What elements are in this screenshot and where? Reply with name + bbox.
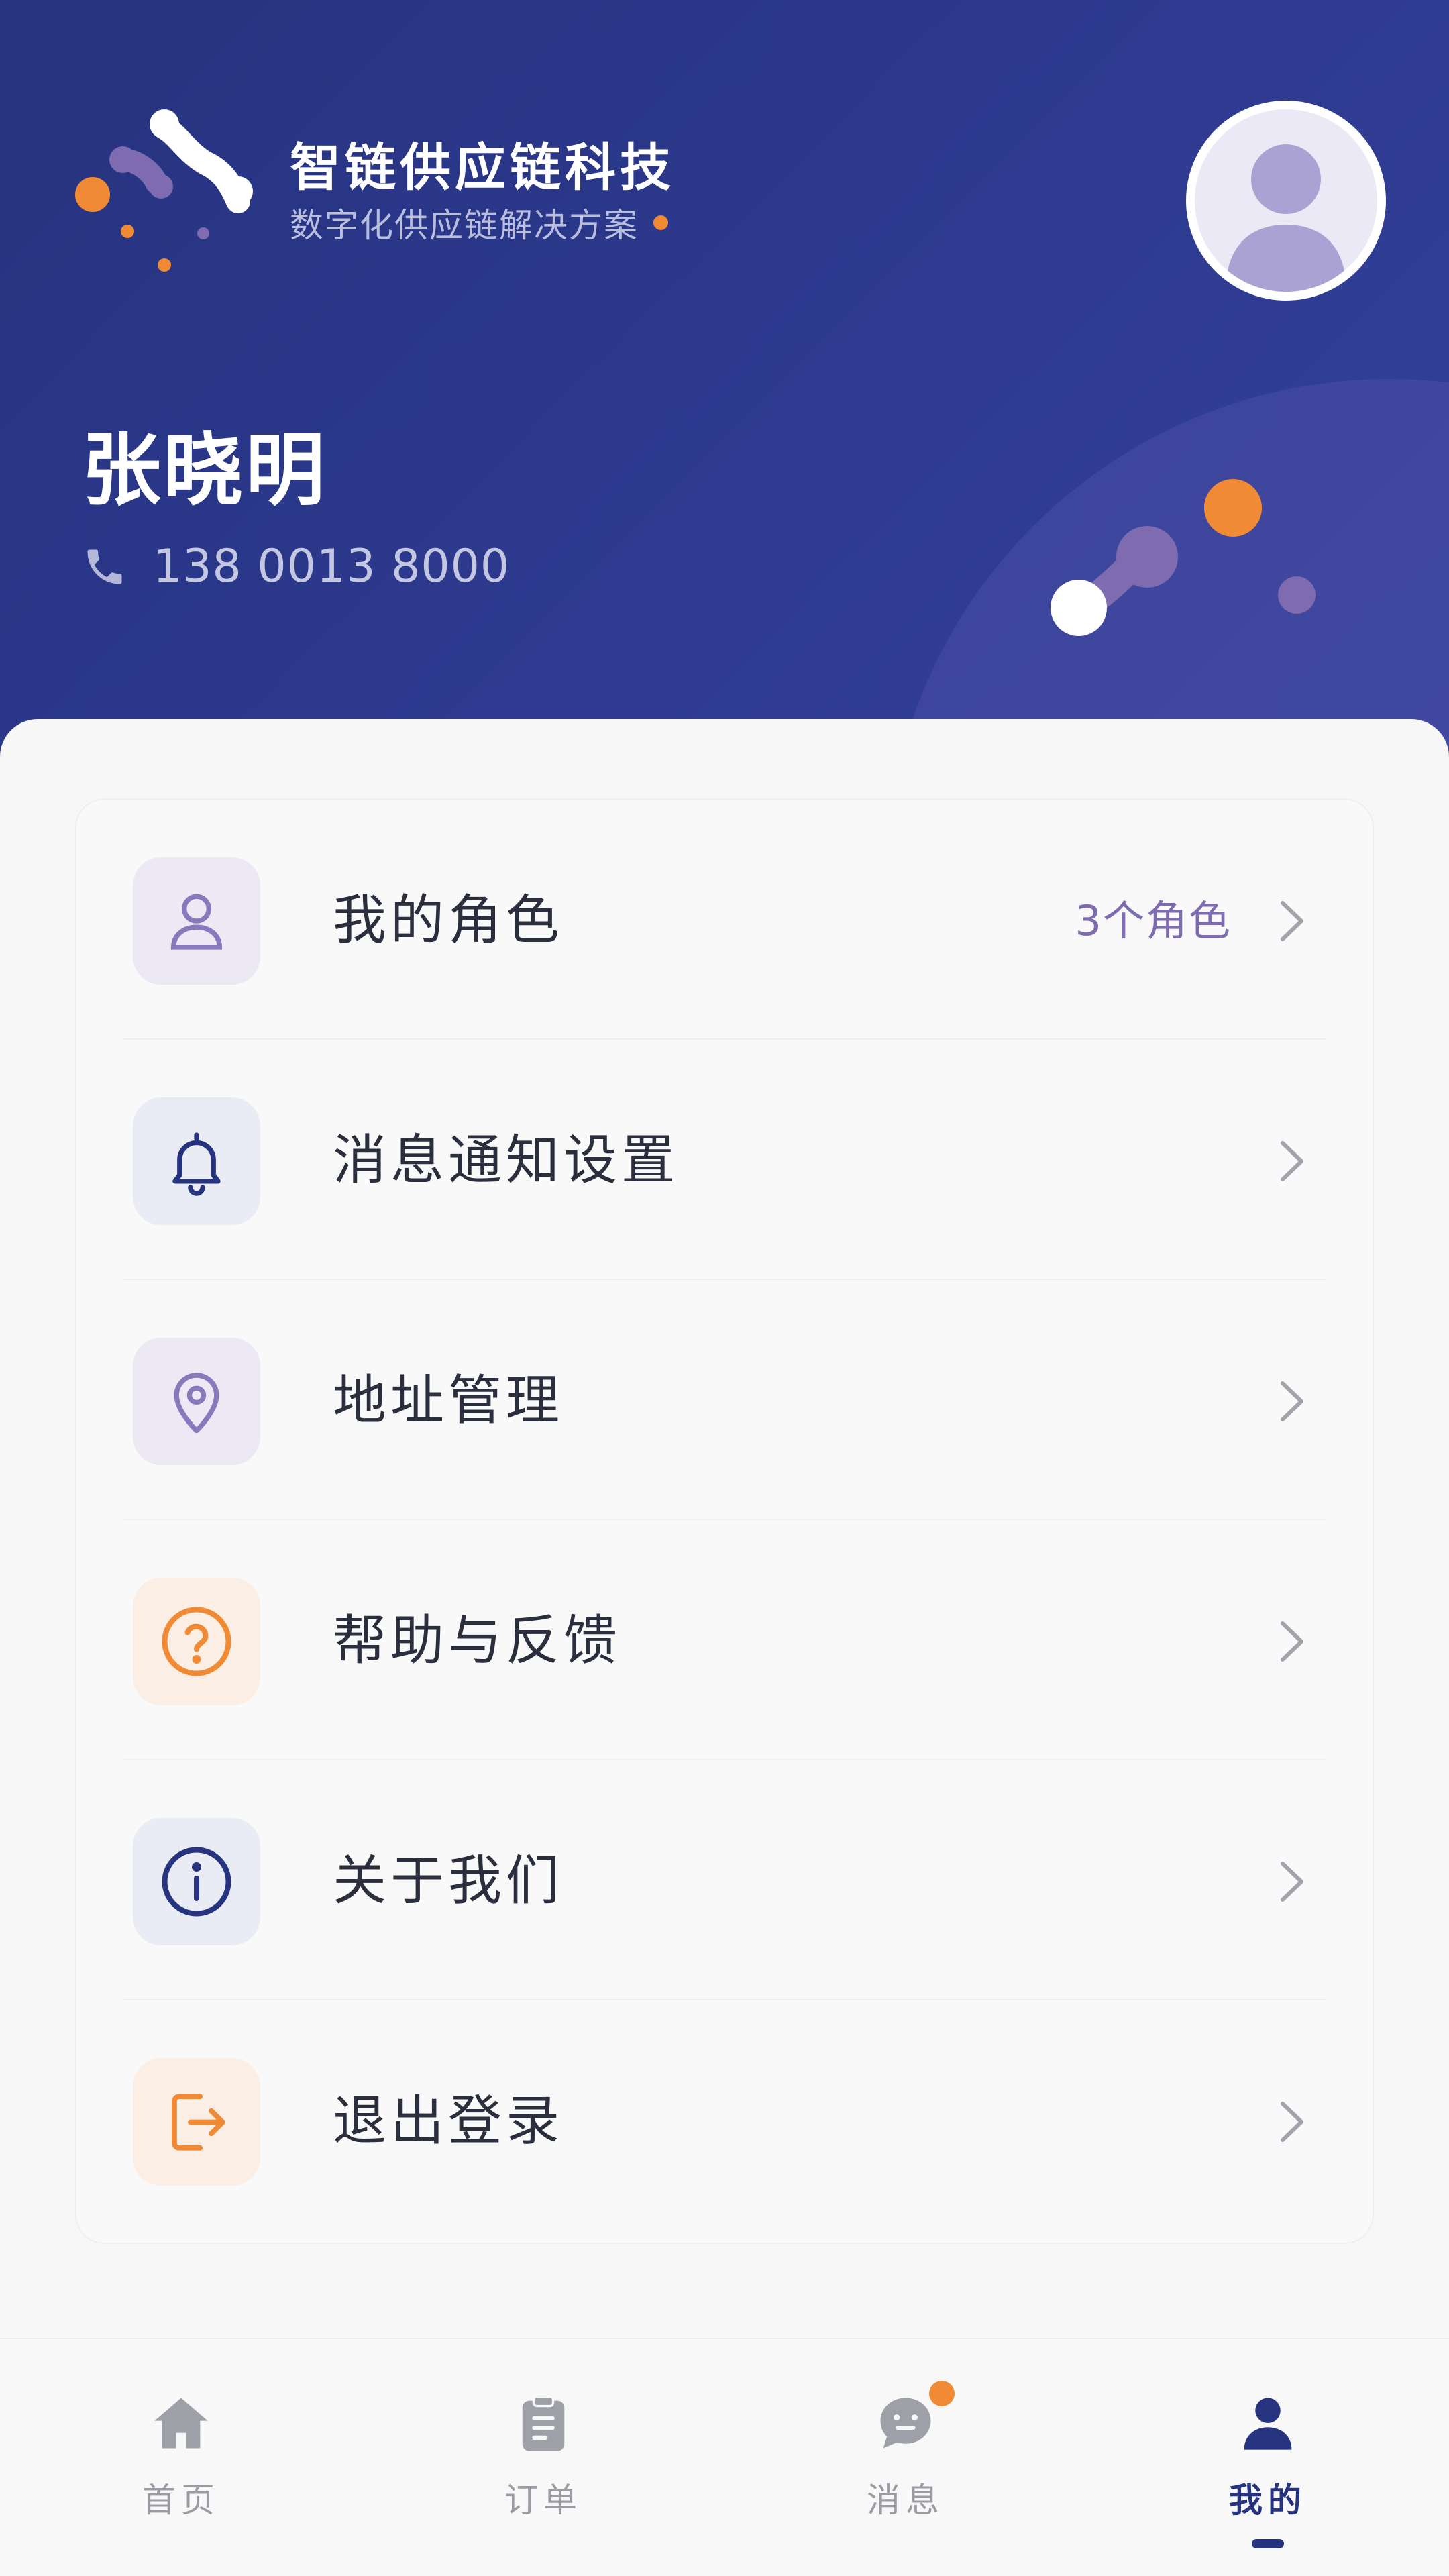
tab-label: 首页 [142,2481,220,2520]
tab-mine[interactable]: 我的 [1087,2339,1449,2576]
chevron-right-icon [1281,1862,1303,1902]
info-circle-icon [133,1818,260,1945]
menu-label: 退出登录 [333,2090,564,2152]
header-decoration-dots [1051,479,1316,636]
chevron-right-icon [1281,1141,1303,1181]
menu-item-my-roles[interactable]: 我的角色 3个角色 [76,800,1373,1040]
menu-item-address-management[interactable]: 地址管理 [76,1280,1373,1520]
chevron-right-icon [1281,2102,1303,2142]
bottom-tab-bar: 首页 订单 消息 我的 [0,2338,1449,2576]
chevron-right-icon [1281,901,1303,941]
menu-label: 我的角色 [333,889,564,951]
tab-label: 消息 [867,2481,945,2520]
tab-label: 订单 [504,2481,582,2520]
tab-label: 我的 [1229,2481,1307,2520]
phone-icon [87,549,122,584]
profile-header: 智链供应链科技 数字化供应链解决方案 张晓明 138 0013 8000 [0,0,1449,758]
menu-label: 关于我们 [333,1849,564,1912]
brand-tagline-row: 数字化供应链解决方案 [290,199,668,247]
phone-row: 138 0013 8000 [82,540,510,593]
user-icon [133,857,260,985]
phone-number: 138 0013 8000 [153,540,511,593]
tab-home[interactable]: 首页 [0,2339,362,2576]
menu-label: 消息通知设置 [333,1129,679,1191]
bell-icon [133,1097,260,1225]
tab-orders[interactable]: 订单 [362,2339,724,2576]
active-tab-indicator [1252,2539,1284,2548]
help-circle-icon [133,1578,260,1705]
unread-badge-dot [929,2381,955,2406]
brand-dot [653,215,668,230]
logout-icon [133,2058,260,2186]
person-icon [1244,2398,1292,2450]
roles-count-badge: 3个角色 [1075,896,1232,945]
menu-item-notification-settings[interactable]: 消息通知设置 [76,1040,1373,1280]
chat-bubble-icon [880,2398,931,2449]
user-avatar-icon [1195,109,1377,292]
tab-messages[interactable]: 消息 [724,2339,1087,2576]
brand-tagline: 数字化供应链解决方案 [290,206,639,245]
home-icon [154,2398,208,2449]
menu-label: 帮助与反馈 [333,1609,621,1672]
avatar-button[interactable] [1186,101,1386,301]
settings-menu: 我的角色 3个角色 消息通知设置 地址管理 帮助与反馈 关于我们 退出登录 [75,798,1374,2244]
brand-logo [75,109,253,272]
chevron-right-icon [1281,1621,1303,1662]
brand-name: 智链供应链科技 [290,138,675,197]
menu-item-logout[interactable]: 退出登录 [76,2000,1373,2241]
clipboard-icon [522,2395,565,2451]
user-name: 张晓明 [82,424,328,517]
menu-item-help-feedback[interactable]: 帮助与反馈 [76,1520,1373,1760]
content-sheet: 我的角色 3个角色 消息通知设置 地址管理 帮助与反馈 关于我们 退出登录 [0,719,1449,2343]
location-pin-icon [133,1338,260,1465]
chevron-right-icon [1281,1381,1303,1421]
menu-item-about-us[interactable]: 关于我们 [76,1760,1373,2000]
menu-label: 地址管理 [333,1369,564,1432]
